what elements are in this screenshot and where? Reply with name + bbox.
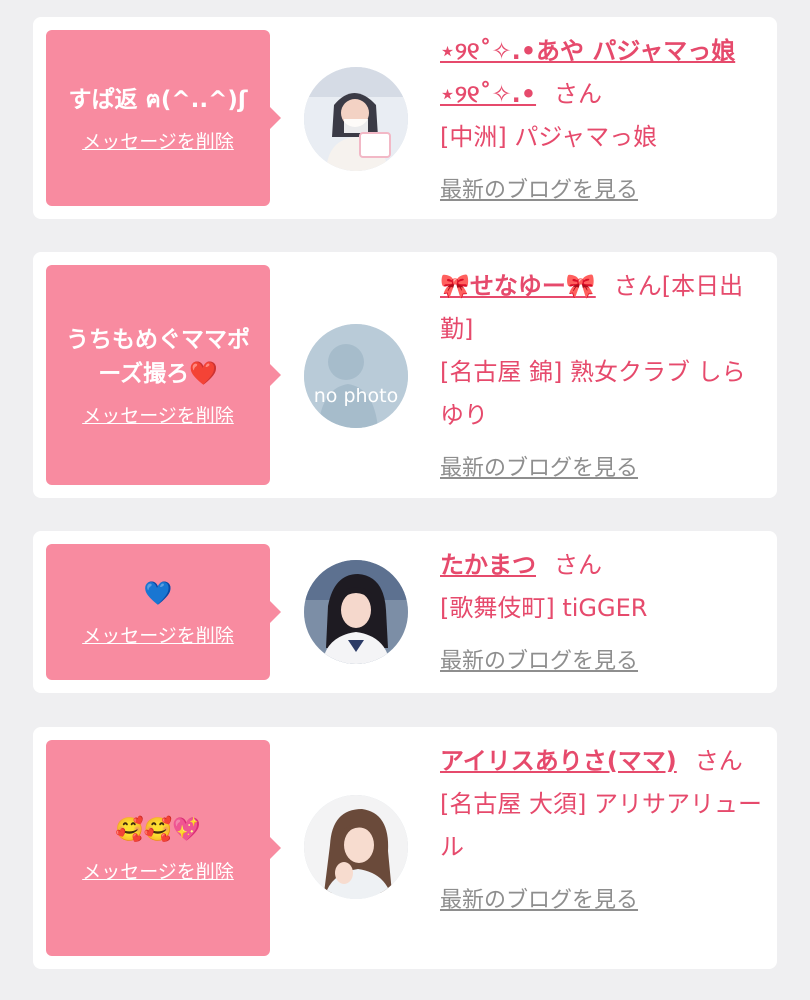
latest-blog-link[interactable]: 最新のブログを見る xyxy=(440,169,762,212)
message-card: 💙 メッセージを削除 たかまつ さん [歌舞伎町] tiGGER 最新のブログを見… xyxy=(33,531,777,693)
latest-blog-link[interactable]: 最新のブログを見る xyxy=(440,640,762,683)
avatar-photo-icon xyxy=(304,795,408,899)
shop-name: [歌舞伎町] tiGGER xyxy=(440,594,648,622)
honorific: さん xyxy=(554,551,602,579)
shop-name: [中洲] パジャマっ娘 xyxy=(440,123,658,151)
sender-info: 🎀せなゆー🎀 さん[本日出勤] [名古屋 錦] 熟女クラブ しらゆり 最新のブログ… xyxy=(440,265,762,490)
no-photo-label: no photo xyxy=(314,385,399,407)
sender-info: ⋆୨୧˚✧.•あや パジャマっ娘 ⋆୨୧˚✧.• さん [中洲] パジャマっ娘 最… xyxy=(440,30,762,212)
avatar[interactable]: no photo xyxy=(304,324,408,428)
message-bubble: 🥰🥰💖 メッセージを削除 xyxy=(46,740,281,956)
message-list: すぱ返 ฅ(^..^)ʃ メッセージを削除 ⋆୨୧˚✧.•あや パジャマっ娘 ⋆… xyxy=(0,0,810,1000)
delete-message-link[interactable]: メッセージを削除 xyxy=(82,127,234,154)
message-text: 💙 xyxy=(143,580,173,607)
avatar[interactable] xyxy=(304,67,408,171)
avatar[interactable] xyxy=(304,560,408,664)
honorific: さん xyxy=(554,80,603,108)
latest-blog-link[interactable]: 最新のブログを見る xyxy=(440,447,762,490)
sender-info: アイリスありさ(ママ) さん [名古屋 大須] アリサアリュール 最新のブログを見… xyxy=(440,740,762,922)
shop-name: [名古屋 錦] 熟女クラブ しらゆり xyxy=(440,358,746,429)
sender-name-link[interactable]: たかまつ xyxy=(440,551,536,579)
delete-message-link[interactable]: メッセージを削除 xyxy=(82,857,234,884)
avatar-photo-icon xyxy=(304,560,408,664)
message-text: 🥰🥰💖 xyxy=(115,816,201,843)
message-card: 🥰🥰💖 メッセージを削除 アイリスありさ(ママ) さん [名古屋 大須] アリサア… xyxy=(33,727,777,969)
honorific: さん xyxy=(694,747,743,775)
avatar-photo-icon xyxy=(304,67,408,171)
message-bubble: うちもめぐママポーズ撮ろ❤️ メッセージを削除 xyxy=(46,265,281,485)
honorific: さん xyxy=(613,272,662,300)
message-card: すぱ返 ฅ(^..^)ʃ メッセージを削除 ⋆୨୧˚✧.•あや パジャマっ娘 ⋆… xyxy=(33,17,777,219)
avatar[interactable] xyxy=(304,795,408,899)
sender-name-link[interactable]: 🎀せなゆー🎀 xyxy=(440,272,596,300)
message-text: うちもめぐママポーズ撮ろ❤️ xyxy=(66,326,250,387)
message-bubble: すぱ返 ฅ(^..^)ʃ メッセージを削除 xyxy=(46,30,281,206)
message-text: すぱ返 ฅ(^..^)ʃ xyxy=(68,86,248,113)
message-card: うちもめぐママポーズ撮ろ❤️ メッセージを削除 no photo 🎀せなゆー🎀 さ… xyxy=(33,252,777,498)
no-photo-icon: no photo xyxy=(304,324,408,428)
delete-message-link[interactable]: メッセージを削除 xyxy=(82,621,234,648)
message-bubble: 💙 メッセージを削除 xyxy=(46,544,281,680)
delete-message-link[interactable]: メッセージを削除 xyxy=(82,401,234,428)
latest-blog-link[interactable]: 最新のブログを見る xyxy=(440,879,762,922)
sender-info: たかまつ さん [歌舞伎町] tiGGER 最新のブログを見る xyxy=(440,544,762,683)
sender-name-link[interactable]: アイリスありさ(ママ) xyxy=(440,747,677,775)
shop-name: [名古屋 大須] アリサアリュール xyxy=(440,790,762,861)
